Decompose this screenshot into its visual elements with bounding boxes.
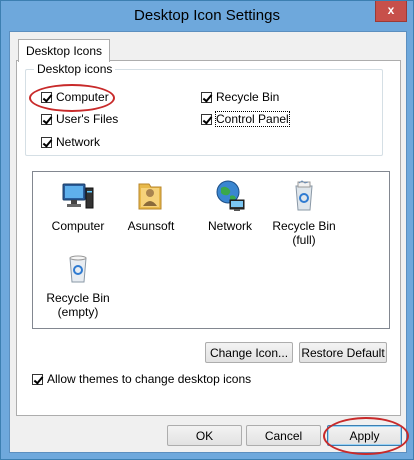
computer-icon [60, 178, 96, 214]
recycle-bin-empty-icon [60, 250, 96, 286]
checkbox-allow-themes[interactable]: Allow themes to change desktop icons [32, 371, 251, 387]
icon-label: Recycle Bin (empty) [46, 291, 110, 319]
checkbox-box[interactable] [32, 373, 43, 385]
dialog-client-area: Desktop Icons Desktop icons Computer Use… [9, 31, 409, 455]
close-button[interactable]: x [375, 1, 407, 22]
close-icon: x [387, 3, 395, 17]
restore-default-button[interactable]: Restore Default [299, 342, 387, 363]
checkbox-box[interactable] [41, 91, 52, 103]
icon-label: Network [207, 219, 252, 233]
dialog-window: Desktop Icon Settings x Desktop Icons De… [0, 0, 414, 460]
user-folder-icon [133, 178, 169, 214]
checkbox-label: User's Files [56, 112, 119, 126]
icon-item-recycle-bin-empty[interactable]: Recycle Bin (empty) [43, 250, 113, 319]
checkbox-label: Control Panel [215, 111, 290, 127]
change-icon-button[interactable]: Change Icon... [205, 342, 293, 363]
icon-label: Computer [51, 219, 105, 233]
icon-item-recycle-bin-full[interactable]: Recycle Bin (full) [269, 178, 339, 247]
network-globe-icon [212, 178, 248, 214]
checkbox-computer[interactable]: Computer [41, 89, 109, 105]
icon-label: Recycle Bin (full) [272, 219, 336, 247]
checkbox-box[interactable] [41, 113, 52, 125]
checkbox-recycle-bin[interactable]: Recycle Bin [201, 89, 279, 105]
checkbox-box[interactable] [41, 136, 52, 148]
icon-label: Asunsoft [127, 219, 175, 233]
apply-button[interactable]: Apply [327, 425, 402, 446]
checkbox-users-files[interactable]: User's Files [41, 111, 118, 127]
cancel-button[interactable]: Cancel [246, 425, 321, 446]
checkbox-label: Computer [56, 90, 109, 104]
group-legend: Desktop icons [34, 62, 116, 76]
checkbox-network[interactable]: Network [41, 134, 100, 150]
title-bar[interactable]: Desktop Icon Settings x [1, 1, 413, 31]
window-title: Desktop Icon Settings [134, 7, 280, 24]
icon-preview-list[interactable]: Computer Asunsoft Network Recycle Bin (f… [32, 171, 390, 329]
checkbox-box[interactable] [201, 91, 212, 103]
tab-desktop-icons[interactable]: Desktop Icons [18, 39, 110, 62]
checkbox-label: Network [56, 135, 101, 149]
recycle-bin-full-icon [286, 178, 322, 214]
icon-item-computer[interactable]: Computer [43, 178, 113, 233]
icon-item-asunsoft[interactable]: Asunsoft [116, 178, 186, 233]
checkbox-control-panel[interactable]: Control Panel [201, 111, 290, 127]
icon-item-network[interactable]: Network [195, 178, 265, 233]
checkbox-label: Allow themes to change desktop icons [47, 372, 252, 386]
ok-button[interactable]: OK [167, 425, 242, 446]
checkbox-box[interactable] [201, 113, 212, 125]
checkbox-label: Recycle Bin [216, 90, 280, 104]
